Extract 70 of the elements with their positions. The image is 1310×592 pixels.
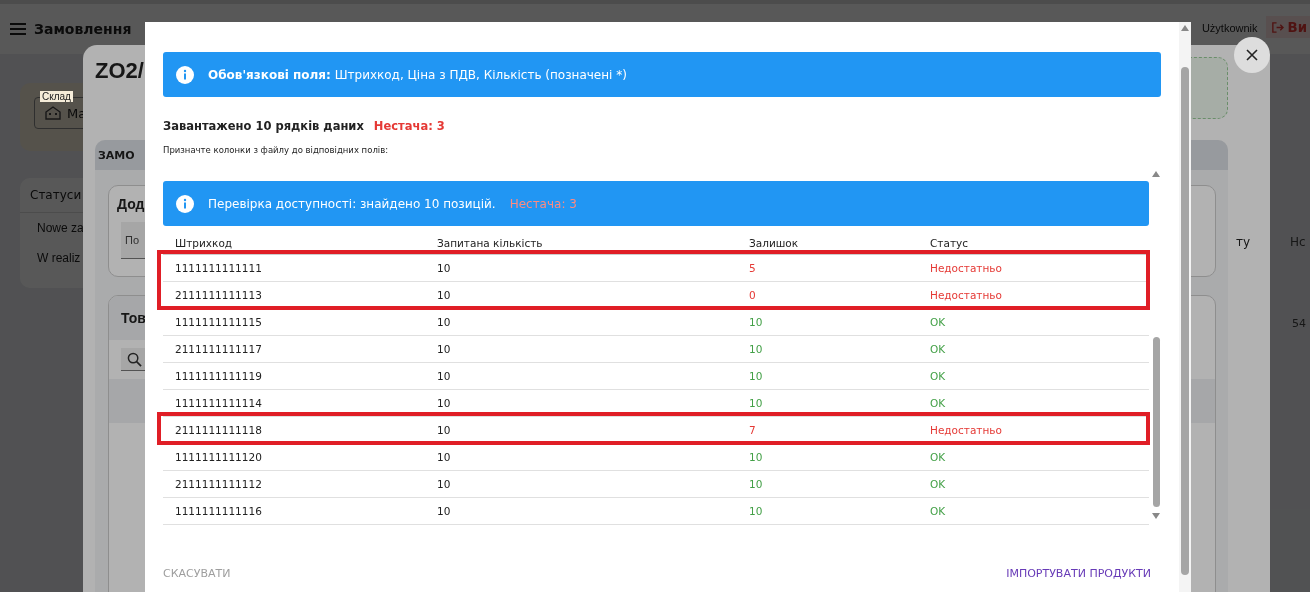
table-cell-text: 5 <box>748 262 757 274</box>
table-cell-text: 2111111111118 <box>174 424 263 436</box>
table-cell-text: 2111111111117 <box>174 343 263 355</box>
scroll-down-icon[interactable] <box>1152 513 1160 519</box>
column-header: Залишок <box>748 236 800 249</box>
table-cell-text: 10 <box>436 397 452 409</box>
column-header: Статус <box>929 236 969 249</box>
table-cell-text: Недостатньо <box>929 262 1003 274</box>
menu-icon[interactable] <box>10 23 26 35</box>
order-title: ZO2/ <box>95 58 144 84</box>
table-cell-text: 1111111111119 <box>174 370 263 382</box>
table-cell-text: Недостатньо <box>929 289 1003 301</box>
table-cell-text: OK <box>929 397 947 409</box>
table-cell-text: 10 <box>436 316 452 328</box>
table-cell-text: 2111111111112 <box>174 478 263 490</box>
warehouse-label: Склад <box>40 91 73 102</box>
table-cell-text: 7 <box>748 424 757 436</box>
table-cell-text: 1111111111115 <box>174 316 263 328</box>
table-cell-text: OK <box>929 343 947 355</box>
table-cell-text: OK <box>929 505 947 517</box>
alert-text: Перевірка доступності: знайдено 10 позицій. <box>208 196 496 211</box>
table-cell-text: 1111111111116 <box>174 505 263 517</box>
import-products-button[interactable]: ІМПОРТУВАТИ ПРОДУКТИ <box>1006 563 1151 584</box>
mapping-hint: Призначте колонки з файлу до відповідних полів: <box>163 145 390 155</box>
table-cell-text: 1111111111111 <box>174 262 263 274</box>
scrollbar[interactable] <box>1179 22 1191 592</box>
close-icon <box>1246 49 1258 61</box>
table-cell-text: 10 <box>436 478 452 490</box>
table-cell-text: 10 <box>436 505 452 517</box>
scroll-up-icon[interactable] <box>1181 25 1189 31</box>
table-cell-text: 10 <box>748 397 764 409</box>
table-cell-text: 10 <box>436 289 452 301</box>
table-cell-text: OK <box>929 370 947 382</box>
table-cell-text: 1111111111114 <box>174 397 263 409</box>
column-header: Запитана кількість <box>436 236 544 249</box>
cancel-button[interactable]: СКАСУВАТИ <box>163 563 231 584</box>
table-cell-text: Недостатньо <box>929 424 1003 436</box>
table-cell: 54 <box>1292 317 1306 330</box>
info-icon <box>176 65 194 84</box>
table-cell-text: 10 <box>748 316 764 328</box>
table-cell-text: OK <box>929 451 947 463</box>
loaded-rows-text: Завантажено 10 рядків даних <box>163 119 364 133</box>
logout-button[interactable]: Ви <box>1265 16 1310 38</box>
alert-text: Обов'язкові поля: Штрихкод, Ціна з ПДВ, Кількість (позначені *) <box>208 67 627 82</box>
table-cell-text: 10 <box>748 370 764 382</box>
column-header: Нс <box>1290 235 1306 249</box>
table-cell-text: 0 <box>748 289 757 301</box>
table-cell-text: 10 <box>436 424 452 436</box>
app-title: Замовлення <box>34 21 132 37</box>
building-icon <box>45 106 61 120</box>
column-header: ту <box>1236 235 1251 249</box>
table-cell-text: 10 <box>436 343 452 355</box>
table-cell-text: OK <box>929 316 947 328</box>
user-name: Użytkownik <box>1201 22 1258 34</box>
shortage-count: Нестача: 3 <box>509 196 577 211</box>
table-cell-text: 2111111111113 <box>174 289 263 301</box>
info-icon <box>176 194 194 213</box>
search-icon <box>127 351 142 367</box>
table-cell-text: OK <box>929 478 947 490</box>
table-cell-text: 10 <box>748 505 764 517</box>
table-cell-text: 10 <box>748 343 764 355</box>
column-header: Штрихкод <box>174 236 234 249</box>
table-cell-text: 10 <box>748 478 764 490</box>
table-cell-text: 10 <box>436 451 452 463</box>
logout-icon <box>1270 20 1284 34</box>
shortage-count: Нестача: 3 <box>373 119 445 133</box>
table-cell-text: 10 <box>436 370 452 382</box>
table-cell-text: 10 <box>748 451 764 463</box>
table-cell-text: 10 <box>436 262 452 274</box>
table-cell-text: 1111111111120 <box>174 451 263 463</box>
